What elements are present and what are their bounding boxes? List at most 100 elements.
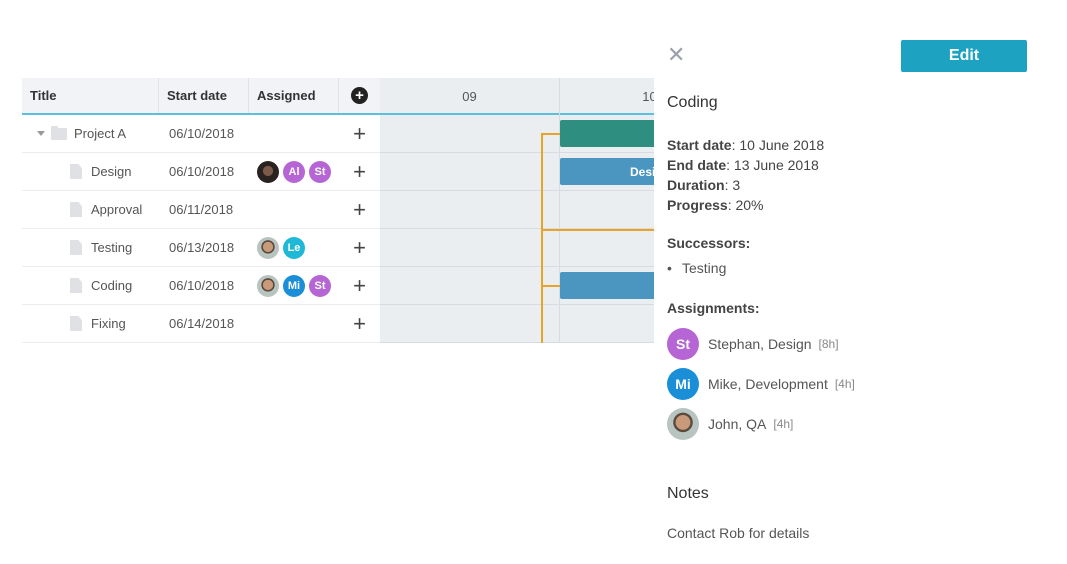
start-date-cell: 06/14/2018 xyxy=(169,316,235,331)
task-title: Project A xyxy=(74,126,127,141)
bullet-icon: • xyxy=(667,260,672,276)
table-row[interactable]: Coding 06/10/2018 Mi St + xyxy=(22,267,380,305)
table-row[interactable]: Approval 06/11/2018 + xyxy=(22,191,380,229)
avatar: Mi xyxy=(283,274,305,297)
assignment-item: Mi Mike, Development [4h] xyxy=(667,368,855,400)
add-subtask-button[interactable]: + xyxy=(339,229,380,266)
grid-header: Title Start date Assigned + xyxy=(22,78,380,115)
property-value: 13 June 2018 xyxy=(733,157,819,173)
title-cell[interactable]: Coding xyxy=(22,267,159,304)
title-cell[interactable]: Testing xyxy=(22,229,159,266)
chart-row xyxy=(380,191,654,229)
assignee-name: John, QA xyxy=(708,416,767,432)
property-label: Duration xyxy=(667,177,725,193)
assignment-hours: [8h] xyxy=(818,337,839,351)
assigned-cell: Al St xyxy=(249,153,339,190)
property-row: Progress: 20% xyxy=(667,197,764,213)
column-header-start-date[interactable]: Start date xyxy=(159,78,249,113)
scale-cell: 09 xyxy=(380,78,560,115)
task-title: Approval xyxy=(91,202,143,217)
property-label: End date xyxy=(667,157,727,173)
assignment-hours: [4h] xyxy=(834,377,855,391)
expand-arrow-icon[interactable] xyxy=(37,131,45,136)
assignment-item: St Stephan, Design [8h] xyxy=(667,328,839,360)
title-cell[interactable]: Design xyxy=(22,153,159,190)
notes-text: Contact Rob for details xyxy=(667,525,810,541)
chart-row xyxy=(380,305,654,343)
file-icon xyxy=(70,316,82,331)
task-grid: Title Start date Assigned + Project A 06/… xyxy=(22,78,380,343)
column-header-title[interactable]: Title xyxy=(22,78,159,113)
dependency-link[interactable] xyxy=(541,229,654,231)
add-subtask-button[interactable]: + xyxy=(339,267,380,304)
task-bar[interactable] xyxy=(560,120,654,147)
assignments-label: Assignments: xyxy=(667,300,760,316)
property-label: Progress xyxy=(667,197,728,213)
dependency-link[interactable] xyxy=(541,133,560,135)
add-subtask-button[interactable]: + xyxy=(339,153,380,190)
assignee-name: Mike, Development xyxy=(708,376,828,392)
task-title: Testing xyxy=(91,240,133,255)
edit-button[interactable]: Edit xyxy=(901,40,1027,72)
gantt-chart: 09 10 Design xyxy=(380,78,654,343)
assignment-item: John, QA [4h] xyxy=(667,408,793,440)
property-value: 3 xyxy=(732,177,741,193)
avatar: St xyxy=(309,160,331,183)
file-icon xyxy=(70,240,82,255)
task-bar[interactable]: Design xyxy=(560,158,654,185)
title-cell[interactable]: Project A xyxy=(22,115,159,152)
task-title: Coding xyxy=(667,94,718,111)
avatar-photo xyxy=(257,236,279,259)
avatar: St xyxy=(309,274,331,297)
task-properties: Start date: 10 June 2018 End date: 13 Jun… xyxy=(667,135,824,215)
add-subtask-button[interactable]: + xyxy=(339,115,380,152)
successor-item: • Testing xyxy=(667,260,726,276)
avatar: St xyxy=(667,328,699,360)
avatar-photo xyxy=(257,274,279,297)
file-icon xyxy=(70,202,82,217)
property-row: Start date: 10 June 2018 xyxy=(667,137,825,153)
property-label: Start date xyxy=(667,137,732,153)
title-cell[interactable]: Fixing xyxy=(22,305,159,342)
table-row[interactable]: Project A 06/10/2018 + xyxy=(22,115,380,153)
add-subtask-button[interactable]: + xyxy=(339,191,380,228)
column-header-assigned[interactable]: Assigned xyxy=(249,78,339,113)
table-row[interactable]: Fixing 06/14/2018 + xyxy=(22,305,380,343)
successor-name: Testing xyxy=(682,260,727,276)
notes-label: Notes xyxy=(667,485,709,502)
property-value: 10 June 2018 xyxy=(739,137,825,153)
start-date-cell: 06/10/2018 xyxy=(169,164,235,179)
task-details-panel: ✕ Edit Coding Start date: 10 June 2018 En… xyxy=(654,0,1067,564)
dependency-link[interactable] xyxy=(541,285,560,287)
task-bar[interactable] xyxy=(560,272,654,299)
assigned-cell xyxy=(249,191,339,228)
close-icon[interactable]: ✕ xyxy=(667,44,685,66)
start-date-cell: 06/11/2018 xyxy=(169,202,234,217)
file-icon xyxy=(70,278,82,293)
assignee-name: Stephan, Design xyxy=(708,336,812,352)
table-row[interactable]: Testing 06/13/2018 Le + xyxy=(22,229,380,267)
file-icon xyxy=(70,164,82,179)
dependency-link[interactable] xyxy=(541,133,543,343)
property-row: Duration: 3 xyxy=(667,177,741,193)
assigned-cell: Mi St xyxy=(249,267,339,304)
successors-list: • Testing xyxy=(667,260,726,276)
start-date-cell: 06/10/2018 xyxy=(169,126,235,141)
title-cell[interactable]: Approval xyxy=(22,191,159,228)
avatar: Al xyxy=(283,160,305,183)
task-title: Coding xyxy=(91,278,133,293)
avatar-photo xyxy=(667,408,699,440)
successors-label: Successors: xyxy=(667,235,751,251)
table-row[interactable]: Design 06/10/2018 Al St + xyxy=(22,153,380,191)
assigned-cell: Le xyxy=(249,229,339,266)
assignment-hours: [4h] xyxy=(773,417,794,431)
avatar: Le xyxy=(283,236,305,259)
folder-icon xyxy=(51,125,67,140)
task-title: Fixing xyxy=(91,316,126,331)
avatar: Mi xyxy=(667,368,699,400)
property-value: 20% xyxy=(735,197,764,213)
assigned-cell xyxy=(249,305,339,342)
assigned-cell xyxy=(249,115,339,152)
add-subtask-button[interactable]: + xyxy=(339,305,380,342)
add-task-header-button[interactable]: + xyxy=(339,78,380,113)
